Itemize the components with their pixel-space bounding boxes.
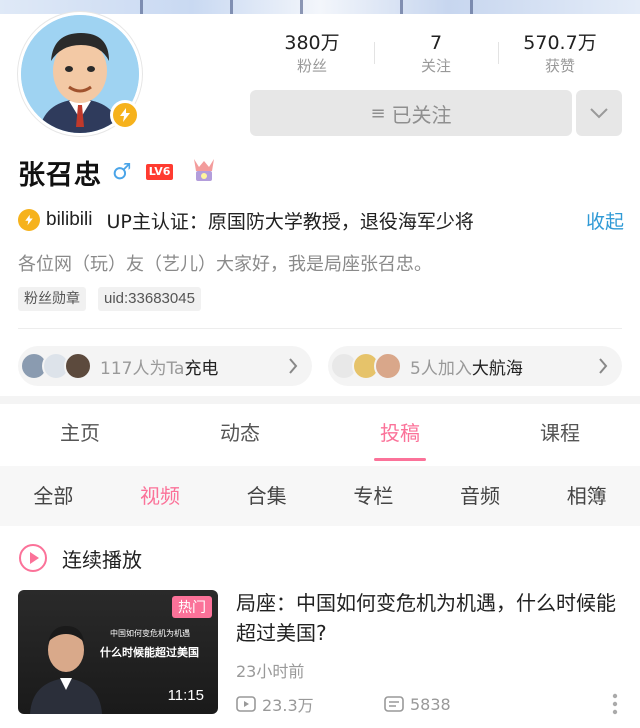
gender-male-icon: ♂	[112, 159, 132, 185]
follow-button[interactable]: ≡ 已关注	[250, 90, 572, 136]
tab-uploads[interactable]: 投稿	[320, 404, 480, 464]
crew-count: 5人加入	[410, 358, 472, 379]
charge-label: 充电	[184, 358, 219, 379]
collapse-link[interactable]: 收起	[586, 207, 624, 234]
tab-home[interactable]: 主页	[0, 404, 160, 464]
likes-label: 获赞	[544, 57, 575, 75]
hot-badge: 热门	[172, 596, 212, 618]
thumbnail-person-image	[30, 626, 102, 714]
mini-avatar	[374, 352, 402, 380]
section-gap	[0, 396, 640, 404]
video-thumbnail[interactable]: 热门 中国如何变危机为机遇 什么时候能超过美国 11:15	[18, 590, 218, 714]
following-label: 关注	[420, 57, 451, 75]
sub-tabs: 全部 视频 合集 专栏 音频 相簿	[0, 466, 640, 526]
tab-dynamics[interactable]: 动态	[160, 404, 320, 464]
mini-avatar	[64, 352, 92, 380]
play-circle-icon	[19, 544, 47, 572]
profile-stats: 380万 粉丝 7 关注 570.7万 获赞	[250, 30, 622, 80]
danmaku-stat: 5838	[384, 695, 451, 714]
profile-banner	[0, 0, 640, 14]
fan-medal-tag[interactable]: 粉丝勋章	[18, 287, 86, 311]
cert-text: UP主认证：原国防大学教授，退役海军少将	[106, 210, 474, 233]
following-stat[interactable]: 7 关注	[374, 30, 498, 80]
follow-button-label: 已关注	[391, 102, 452, 127]
subtab-articles[interactable]: 专栏	[320, 466, 427, 526]
divider	[18, 328, 622, 329]
thumbnail-caption-line1: 中国如何变危机为机遇	[110, 629, 190, 638]
certification-row: bilibili UP主认证：原国防大学教授，退役海军少将 收起	[18, 204, 624, 236]
likes-count: 570.7万	[523, 32, 597, 54]
views-stat: 23.3万	[236, 692, 384, 716]
subtab-videos[interactable]: 视频	[107, 466, 214, 526]
follow-dropdown-button[interactable]	[576, 90, 622, 136]
video-meta: 23.3万 5838	[236, 690, 624, 718]
autoplay-label: 连续播放	[62, 547, 142, 572]
video-title[interactable]: 局座：中国如何变危机为机遇，什么时候能超过美国?	[236, 588, 624, 648]
video-time-ago: 23小时前	[236, 662, 305, 681]
subtab-albums[interactable]: 相簿	[533, 466, 640, 526]
name-row: 张召忠 ♂ LV6	[18, 154, 219, 191]
profile-tags: 粉丝勋章 uid:33683045	[18, 287, 213, 311]
cert-brand: bilibili	[46, 209, 93, 230]
subtab-collections[interactable]: 合集	[213, 466, 320, 526]
username: 张召忠	[18, 159, 102, 191]
followers-count: 380万	[284, 32, 340, 54]
views-count: 23.3万	[262, 696, 314, 715]
main-tabs: 主页 动态 投稿 课程	[0, 404, 640, 464]
following-count: 7	[429, 32, 443, 54]
crew-card[interactable]: 5人加入 大航海	[328, 346, 622, 386]
chevron-right-icon	[599, 358, 608, 374]
menu-lines-icon: ≡	[370, 102, 386, 124]
lightning-icon	[18, 209, 40, 231]
danmaku-icon	[384, 696, 404, 712]
video-duration: 11:15	[167, 687, 204, 704]
verified-badge-icon	[110, 100, 140, 130]
level-badge: LV6	[145, 164, 174, 180]
charge-avatars	[20, 352, 92, 380]
chevron-down-icon	[590, 108, 608, 119]
crew-avatars	[330, 352, 402, 380]
danmaku-count: 5838	[410, 694, 451, 714]
subtab-all[interactable]: 全部	[0, 466, 107, 526]
crew-label: 大航海	[471, 358, 523, 379]
play-count-icon	[236, 696, 256, 712]
autoplay-row[interactable]: 连续播放	[18, 540, 142, 576]
charge-card[interactable]: 117人为Ta 充电	[18, 346, 312, 386]
chevron-right-icon	[289, 358, 298, 374]
likes-stat: 570.7万 获赞	[498, 30, 622, 80]
tab-courses[interactable]: 课程	[480, 404, 640, 464]
bio-text: 各位网（玩）友（艺儿）大家好，我是局座张召忠。	[18, 254, 432, 275]
subtab-audio[interactable]: 音频	[427, 466, 534, 526]
followers-label: 粉丝	[296, 57, 327, 75]
followers-stat[interactable]: 380万 粉丝	[250, 30, 374, 80]
medal-icon[interactable]	[189, 155, 219, 189]
thumbnail-caption-line2: 什么时候能超过美国	[100, 646, 199, 659]
charge-count: 117人为Ta	[100, 358, 185, 379]
more-options-icon[interactable]	[612, 693, 618, 715]
uid-tag[interactable]: uid:33683045	[98, 287, 201, 311]
